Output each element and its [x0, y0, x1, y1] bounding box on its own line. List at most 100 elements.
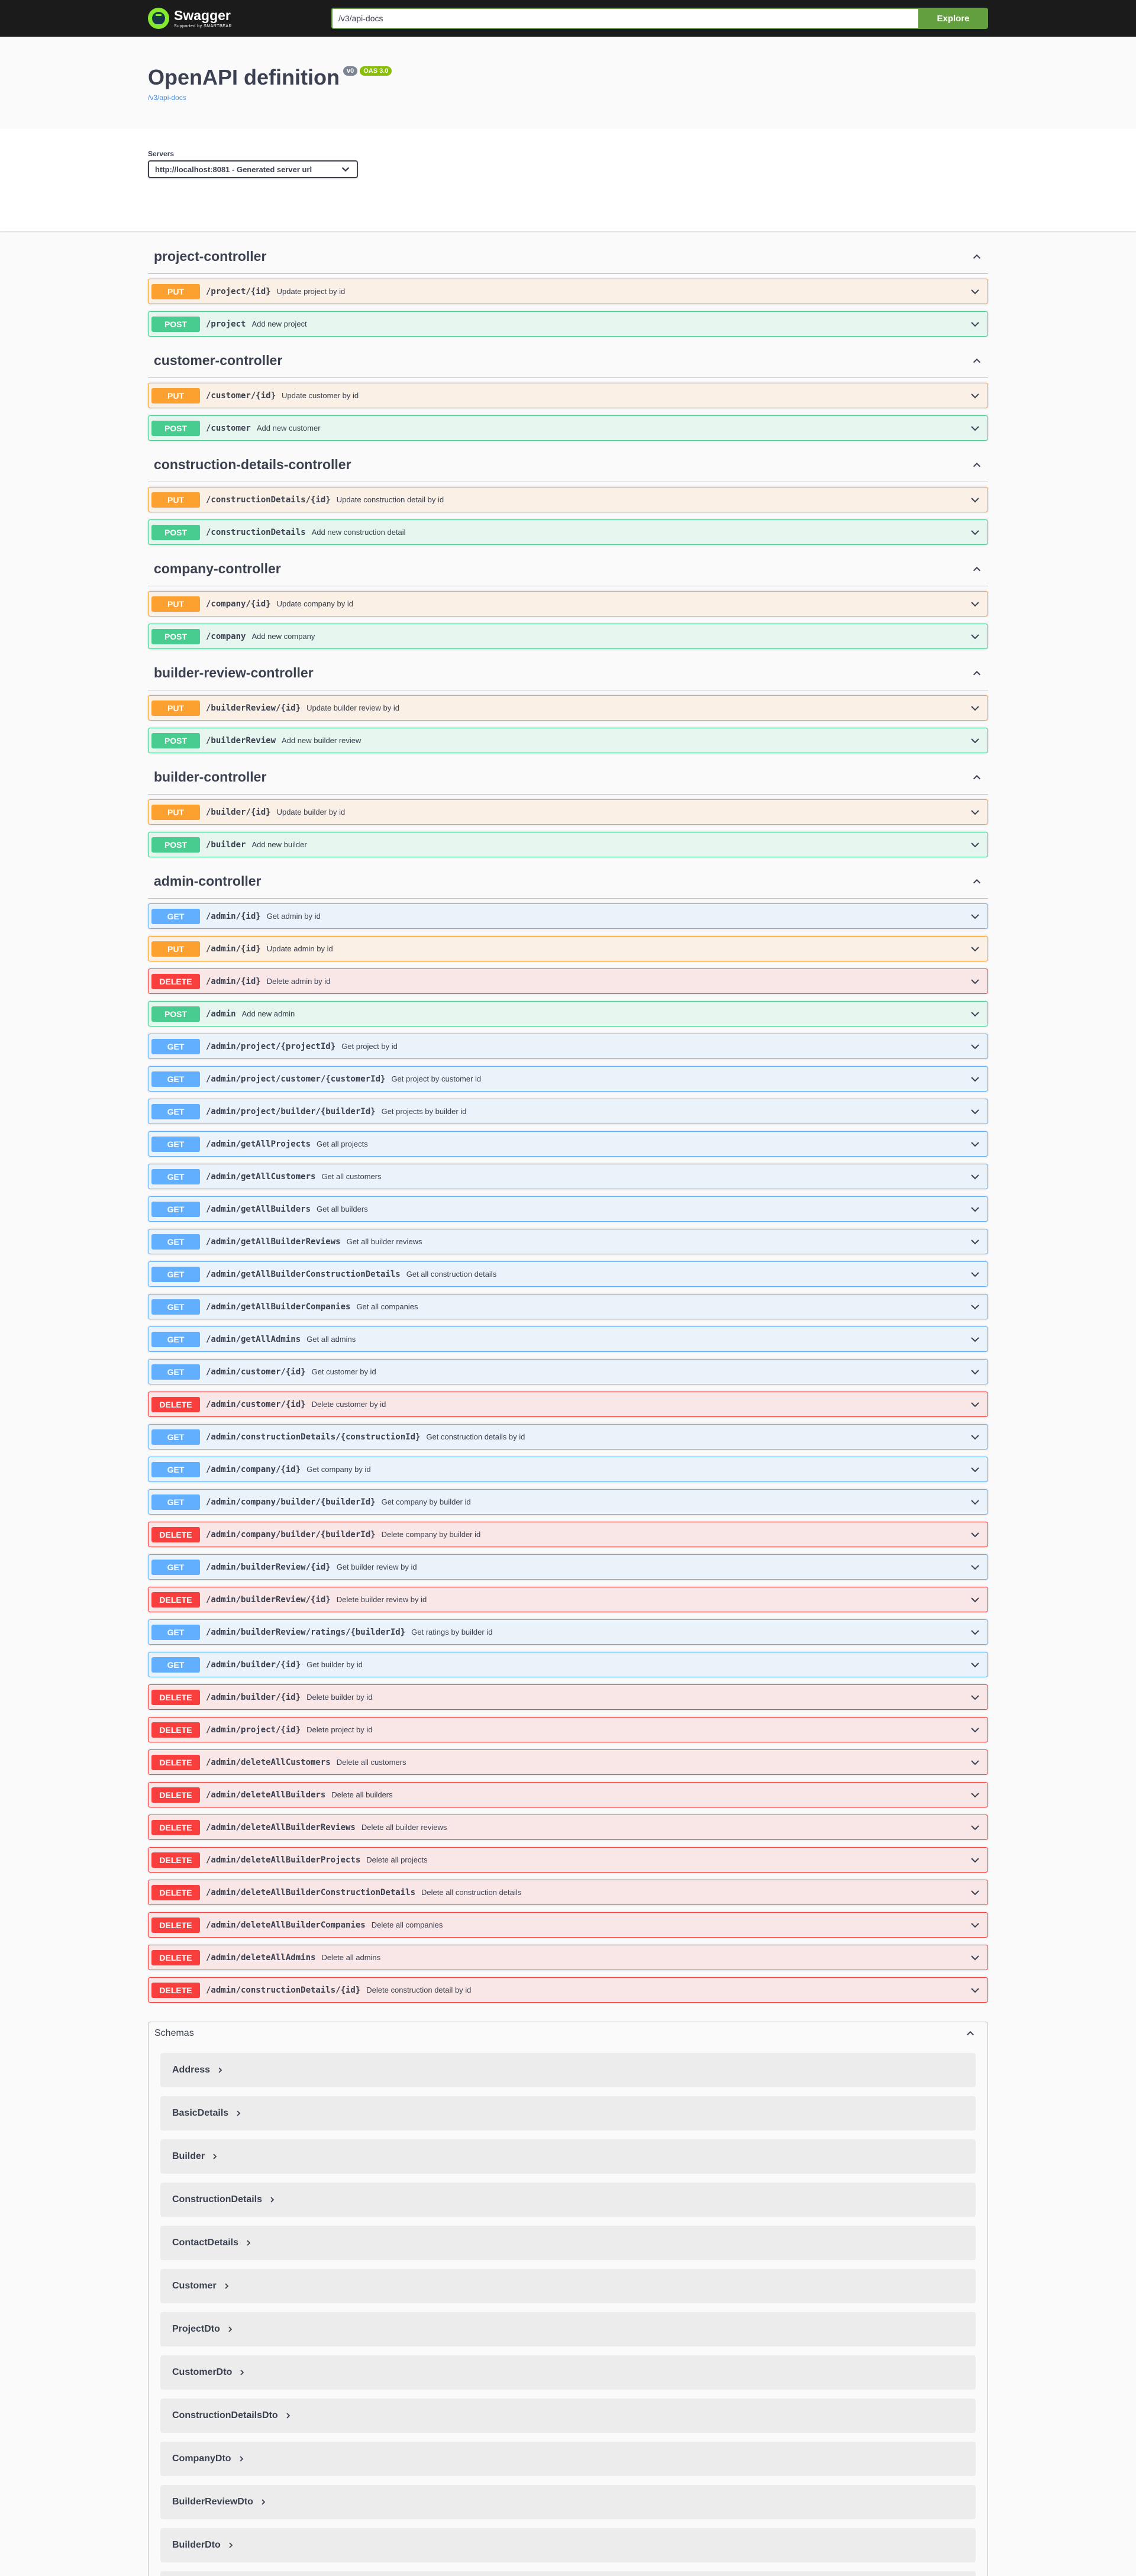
opblock-delete[interactable]: DELETE/admin/{id} Delete admin by id	[148, 969, 988, 994]
opblock-delete[interactable]: DELETE/admin/deleteAllBuilderConstructio…	[148, 1880, 988, 1905]
chevron-down-icon[interactable]	[969, 1008, 981, 1020]
opblock-get[interactable]: GET/admin/getAllBuilders Get all builders	[148, 1196, 988, 1222]
opblock-post[interactable]: POST/admin Add new admin	[148, 1001, 988, 1026]
opblock-delete[interactable]: DELETE/admin/constructionDetails/{id} Del…	[148, 1977, 988, 2003]
opblock-get[interactable]: GET/admin/project/{projectId} Get project…	[148, 1034, 988, 1059]
opblock-delete[interactable]: DELETE/admin/project/{id} Delete project …	[148, 1717, 988, 1742]
opblock-get[interactable]: GET/admin/getAllProjects Get all projects	[148, 1131, 988, 1157]
chevron-down-icon[interactable]	[969, 494, 981, 506]
schema-item[interactable]: ConstructionDetails	[160, 2183, 976, 2217]
opblock-get[interactable]: GET/admin/{id} Get admin by id	[148, 903, 988, 929]
opblock-delete[interactable]: DELETE/admin/deleteAllAdmins Delete all a…	[148, 1945, 988, 1970]
schema-item[interactable]: CompanyDto	[160, 2442, 976, 2476]
opblock-put[interactable]: PUT/builderReview/{id} Update builder rev…	[148, 695, 988, 721]
schema-item[interactable]: AdminDto	[160, 2571, 976, 2576]
chevron-down-icon[interactable]	[969, 839, 981, 851]
opblock-delete[interactable]: DELETE/admin/deleteAllBuilderReviews Dele…	[148, 1815, 988, 1840]
schema-item[interactable]: ContactDetails	[160, 2226, 976, 2260]
schema-item[interactable]: Builder	[160, 2139, 976, 2174]
chevron-down-icon[interactable]	[969, 1268, 981, 1280]
chevron-down-icon[interactable]	[969, 806, 981, 818]
opblock-get[interactable]: GET/admin/company/{id} Get company by id	[148, 1457, 988, 1482]
tag-header[interactable]: project-controller	[148, 240, 988, 274]
opblock-get[interactable]: GET/admin/getAllCustomers Get all custome…	[148, 1164, 988, 1189]
chevron-down-icon[interactable]	[969, 1301, 981, 1313]
opblock-get[interactable]: GET/admin/getAllBuilderCompanies Get all …	[148, 1294, 988, 1319]
chevron-down-icon[interactable]	[969, 1822, 981, 1833]
opblock-get[interactable]: GET/admin/company/builder/{builderId} Get…	[148, 1489, 988, 1515]
chevron-down-icon[interactable]	[969, 735, 981, 747]
opblock-delete[interactable]: DELETE/admin/builder/{id} Delete builder …	[148, 1684, 988, 1710]
opblock-get[interactable]: GET/admin/constructionDetails/{construct…	[148, 1424, 988, 1450]
schema-item[interactable]: ConstructionDetailsDto	[160, 2399, 976, 2433]
chevron-down-icon[interactable]	[969, 976, 981, 987]
chevron-down-icon[interactable]	[969, 1594, 981, 1606]
chevron-down-icon[interactable]	[969, 1757, 981, 1768]
opblock-delete[interactable]: DELETE/admin/deleteAllBuilderProjects Del…	[148, 1847, 988, 1873]
opblock-post[interactable]: POST/customer Add new customer	[148, 415, 988, 441]
chevron-down-icon[interactable]	[969, 1561, 981, 1573]
opblock-post[interactable]: POST/project Add new project	[148, 311, 988, 337]
chevron-down-icon[interactable]	[969, 422, 981, 434]
server-select[interactable]: http://localhost:8081 - Generated server…	[148, 160, 358, 178]
opblock-get[interactable]: GET/admin/builderReview/ratings/{builder…	[148, 1619, 988, 1645]
schema-item[interactable]: CustomerDto	[160, 2355, 976, 2390]
swagger-logo[interactable]: Swagger Supported by SMARTBEAR	[148, 8, 331, 29]
chevron-down-icon[interactable]	[969, 1366, 981, 1378]
chevron-down-icon[interactable]	[969, 1464, 981, 1476]
opblock-delete[interactable]: DELETE/admin/deleteAllBuilderCompanies De…	[148, 1912, 988, 1938]
chevron-down-icon[interactable]	[969, 911, 981, 922]
chevron-down-icon[interactable]	[969, 1887, 981, 1899]
chevron-down-icon[interactable]	[969, 598, 981, 610]
chevron-down-icon[interactable]	[969, 1691, 981, 1703]
opblock-put[interactable]: PUT/constructionDetails/{id} Update const…	[148, 487, 988, 512]
api-docs-link[interactable]: /v3/api-docs	[148, 93, 988, 102]
chevron-down-icon[interactable]	[969, 1431, 981, 1443]
chevron-down-icon[interactable]	[969, 1171, 981, 1183]
schema-item[interactable]: BuilderReviewDto	[160, 2485, 976, 2519]
chevron-down-icon[interactable]	[969, 1041, 981, 1053]
opblock-get[interactable]: GET/admin/project/builder/{builderId} Get…	[148, 1099, 988, 1124]
opblock-get[interactable]: GET/admin/builder/{id} Get builder by id	[148, 1652, 988, 1677]
url-input[interactable]	[331, 8, 918, 29]
chevron-down-icon[interactable]	[969, 1659, 981, 1671]
opblock-put[interactable]: PUT/customer/{id} Update customer by id	[148, 383, 988, 408]
opblock-delete[interactable]: DELETE/admin/company/builder/{builderId}…	[148, 1522, 988, 1547]
schema-item[interactable]: Address	[160, 2053, 976, 2087]
chevron-down-icon[interactable]	[969, 1496, 981, 1508]
chevron-down-icon[interactable]	[969, 1724, 981, 1736]
chevron-down-icon[interactable]	[969, 1334, 981, 1345]
opblock-put[interactable]: PUT/company/{id} Update company by id	[148, 591, 988, 616]
chevron-down-icon[interactable]	[969, 1789, 981, 1801]
explore-button[interactable]: Explore	[918, 8, 988, 29]
opblock-post[interactable]: POST/builderReview Add new builder review	[148, 728, 988, 753]
chevron-down-icon[interactable]	[969, 1919, 981, 1931]
chevron-down-icon[interactable]	[969, 318, 981, 330]
tag-header[interactable]: customer-controller	[148, 344, 988, 378]
chevron-down-icon[interactable]	[969, 702, 981, 714]
opblock-get[interactable]: GET/admin/builderReview/{id} Get builder …	[148, 1554, 988, 1580]
chevron-down-icon[interactable]	[969, 1984, 981, 1996]
opblock-get[interactable]: GET/admin/getAllBuilderConstructionDetai…	[148, 1261, 988, 1287]
tag-header[interactable]: company-controller	[148, 552, 988, 586]
opblock-post[interactable]: POST/builder Add new builder	[148, 832, 988, 857]
chevron-down-icon[interactable]	[969, 1529, 981, 1541]
opblock-put[interactable]: PUT/builder/{id} Update builder by id	[148, 799, 988, 825]
chevron-down-icon[interactable]	[969, 1952, 981, 1964]
chevron-down-icon[interactable]	[969, 943, 981, 955]
chevron-down-icon[interactable]	[969, 286, 981, 298]
opblock-put[interactable]: PUT/admin/{id} Update admin by id	[148, 936, 988, 961]
opblock-delete[interactable]: DELETE/admin/deleteAllCustomers Delete al…	[148, 1749, 988, 1775]
opblock-delete[interactable]: DELETE/admin/customer/{id} Delete custome…	[148, 1392, 988, 1417]
opblock-get[interactable]: GET/admin/project/customer/{customerId} G…	[148, 1066, 988, 1092]
opblock-get[interactable]: GET/admin/customer/{id} Get customer by i…	[148, 1359, 988, 1384]
chevron-down-icon[interactable]	[969, 1106, 981, 1118]
schema-item[interactable]: BasicDetails	[160, 2096, 976, 2130]
chevron-down-icon[interactable]	[969, 1854, 981, 1866]
schemas-header[interactable]: Schemas	[149, 2022, 987, 2045]
schema-item[interactable]: BuilderDto	[160, 2528, 976, 2562]
tag-header[interactable]: admin-controller	[148, 864, 988, 899]
opblock-post[interactable]: POST/constructionDetails Add new construc…	[148, 519, 988, 545]
chevron-down-icon[interactable]	[969, 390, 981, 402]
tag-header[interactable]: construction-details-controller	[148, 448, 988, 482]
